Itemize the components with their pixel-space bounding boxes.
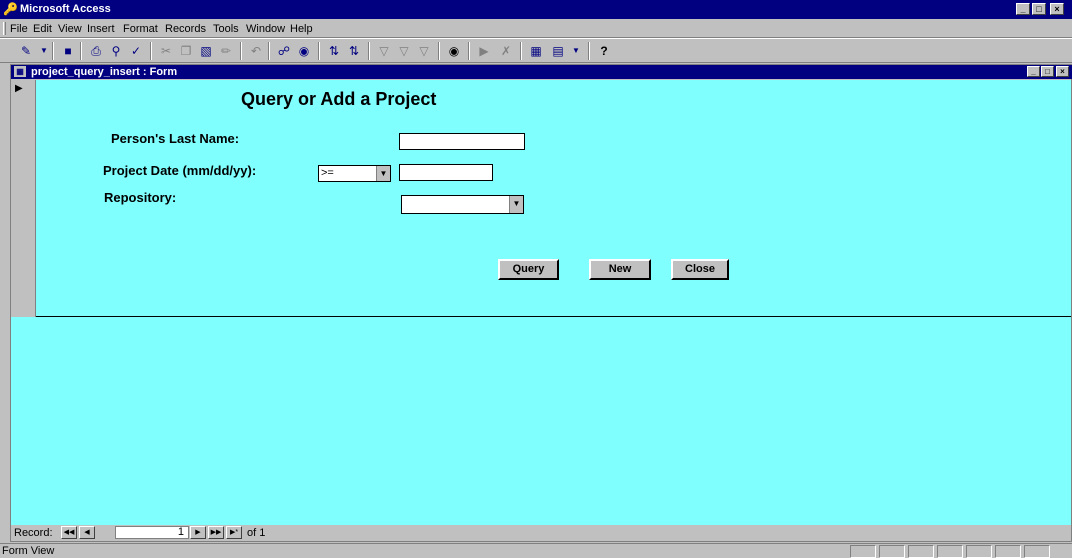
current-record-arrow-icon: ▶ bbox=[15, 83, 23, 94]
new-record-nav-icon[interactable]: ▶* bbox=[226, 526, 242, 539]
last-name-label: Person's Last Name: bbox=[111, 131, 240, 146]
status-text: Form View bbox=[2, 545, 55, 557]
spelling-icon[interactable]: ✓ bbox=[126, 42, 146, 60]
access-key-icon[interactable]: 🔑 bbox=[3, 2, 19, 17]
toolbar-separator bbox=[240, 42, 242, 60]
print-icon[interactable]: ⎙ bbox=[86, 42, 106, 60]
form-lower-area bbox=[11, 317, 1071, 525]
cut-icon[interactable]: ✂ bbox=[156, 42, 176, 60]
record-selector[interactable]: ▶ bbox=[11, 80, 36, 317]
status-panel bbox=[995, 545, 1021, 558]
next-record-icon[interactable]: ▶ bbox=[190, 526, 206, 539]
copy-icon[interactable]: ❐ bbox=[176, 42, 196, 60]
help-icon[interactable]: ? bbox=[594, 42, 614, 60]
status-panel bbox=[879, 545, 905, 558]
find-icon[interactable]: ◉ bbox=[444, 42, 464, 60]
apply-filter-icon[interactable]: ▽ bbox=[414, 42, 434, 60]
toolbar-separator bbox=[52, 42, 54, 60]
status-panel bbox=[966, 545, 992, 558]
date-operator-select[interactable]: >= ▼ bbox=[318, 165, 391, 182]
restore-button[interactable]: □ bbox=[1032, 3, 1046, 15]
repository-label: Repository: bbox=[104, 190, 177, 205]
project-date-input[interactable] bbox=[399, 164, 493, 181]
undo-icon[interactable]: ↶ bbox=[246, 42, 266, 60]
toolbar-separator bbox=[468, 42, 470, 60]
menu-help[interactable]: Help bbox=[290, 23, 313, 35]
previous-record-icon[interactable]: ◀ bbox=[79, 526, 95, 539]
record-navigation-bar: Record: ◀◀ ◀ 1 ▶ ▶▶ ▶* of 1 bbox=[11, 525, 1071, 541]
form-heading: Query or Add a Project bbox=[241, 89, 437, 109]
print-preview-icon[interactable]: ⚲ bbox=[106, 42, 126, 60]
menu-tools[interactable]: Tools bbox=[213, 23, 239, 35]
chevron-down-icon[interactable]: ▼ bbox=[509, 196, 523, 213]
repository-select[interactable]: ▼ bbox=[401, 195, 524, 214]
web-toolbar-icon[interactable]: ◉ bbox=[294, 42, 314, 60]
menu-records[interactable]: Records bbox=[165, 23, 206, 35]
app-title-bar: 🔑 Microsoft Access _ □ × bbox=[0, 0, 1072, 19]
database-window-icon[interactable]: ▦ bbox=[526, 42, 546, 60]
project-date-label: Project Date (mm/dd/yy): bbox=[103, 163, 257, 178]
last-name-input[interactable] bbox=[399, 133, 525, 150]
toolbar-separator bbox=[268, 42, 270, 60]
paste-icon[interactable]: ▧ bbox=[196, 42, 216, 60]
form-icon[interactable]: ▦ bbox=[14, 66, 26, 77]
form-minimize-button[interactable]: _ bbox=[1027, 66, 1040, 77]
status-panel bbox=[937, 545, 963, 558]
menu-view[interactable]: View bbox=[58, 23, 82, 35]
format-painter-icon[interactable]: ✏ bbox=[216, 42, 236, 60]
form-close-button[interactable]: × bbox=[1056, 66, 1069, 77]
new-object-icon[interactable]: ▤ bbox=[548, 42, 568, 60]
minimize-button[interactable]: _ bbox=[1016, 3, 1030, 15]
date-operator-value: >= bbox=[321, 167, 334, 179]
toolbar-separator bbox=[520, 42, 522, 60]
new-button[interactable]: New bbox=[589, 259, 651, 280]
insert-hyperlink-icon[interactable]: ☍ bbox=[274, 42, 294, 60]
status-panel bbox=[1024, 545, 1050, 558]
view-icon[interactable]: ✎ bbox=[16, 42, 36, 60]
status-panel bbox=[908, 545, 934, 558]
toolbar-separator bbox=[588, 42, 590, 60]
filter-by-selection-icon[interactable]: ▽ bbox=[374, 42, 394, 60]
form-maximize-button[interactable]: □ bbox=[1041, 66, 1054, 77]
record-label: Record: bbox=[14, 527, 53, 539]
last-record-icon[interactable]: ▶▶ bbox=[208, 526, 224, 539]
new-object-dropdown-icon[interactable]: ▼ bbox=[566, 42, 586, 60]
toolbar-separator bbox=[150, 42, 152, 60]
filter-by-form-icon[interactable]: ▽ bbox=[394, 42, 414, 60]
sort-ascending-icon[interactable]: ⇅ bbox=[324, 42, 344, 60]
chevron-down-icon[interactable]: ▼ bbox=[376, 166, 390, 181]
new-record-icon[interactable]: ▶ bbox=[474, 42, 494, 60]
status-panel bbox=[850, 545, 876, 558]
status-bar: Form View bbox=[0, 543, 1072, 558]
menu-bar: File Edit View Insert Format Records Too… bbox=[0, 19, 1072, 38]
save-icon[interactable]: ■ bbox=[58, 42, 78, 60]
menu-grip[interactable] bbox=[3, 22, 6, 35]
first-record-icon[interactable]: ◀◀ bbox=[61, 526, 77, 539]
close-button[interactable]: Close bbox=[671, 259, 729, 280]
form-title-bar: ▦ project_query_insert : Form _ □ × bbox=[11, 65, 1072, 79]
toolbar-separator bbox=[80, 42, 82, 60]
form-window: ▦ project_query_insert : Form _ □ × ▶ Qu… bbox=[10, 64, 1072, 542]
current-record-input[interactable]: 1 bbox=[115, 526, 189, 539]
delete-record-icon[interactable]: ✗ bbox=[496, 42, 516, 60]
query-button[interactable]: Query bbox=[498, 259, 559, 280]
menu-file[interactable]: File bbox=[10, 23, 28, 35]
toolbar-separator bbox=[368, 42, 370, 60]
sort-descending-icon[interactable]: ⇅ bbox=[344, 42, 364, 60]
view-dropdown-icon[interactable]: ▼ bbox=[34, 42, 54, 60]
menu-insert[interactable]: Insert bbox=[87, 23, 115, 35]
menu-window[interactable]: Window bbox=[246, 23, 285, 35]
close-window-button[interactable]: × bbox=[1050, 3, 1064, 15]
toolbar: ✎ ▼ ■ ⎙ ⚲ ✓ ✂ ❐ ▧ ✏ ↶ ☍ ◉ ⇅ ⇅ ▽ ▽ ▽ ◉ ▶ … bbox=[0, 38, 1072, 63]
menu-format[interactable]: Format bbox=[123, 23, 158, 35]
menu-edit[interactable]: Edit bbox=[33, 23, 52, 35]
record-count-text: of 1 bbox=[247, 527, 266, 539]
toolbar-separator bbox=[438, 42, 440, 60]
app-title: Microsoft Access bbox=[20, 3, 111, 15]
toolbar-separator bbox=[318, 42, 320, 60]
form-detail-section: Query or Add a Project Person's Last Nam… bbox=[36, 80, 1071, 317]
form-window-title: project_query_insert : Form bbox=[31, 66, 178, 78]
